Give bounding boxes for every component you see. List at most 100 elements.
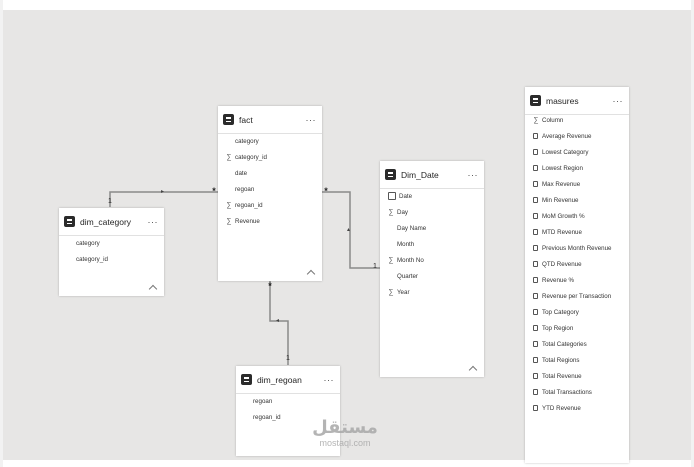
column-row[interactable]: Month	[380, 236, 484, 252]
column-label: Revenue per Transaction	[542, 292, 612, 300]
table-card-masures[interactable]: masures ··· ∑ Column Average Revenue Lowest…	[525, 87, 629, 463]
collapse-chevron-icon[interactable]	[468, 365, 478, 375]
table-header[interactable]: fact ···	[218, 106, 322, 134]
table-title: fact	[239, 114, 253, 125]
column-row[interactable]: ∑ Year	[380, 284, 484, 300]
more-options-icon[interactable]: ···	[148, 217, 159, 226]
column-row[interactable]: Revenue %	[525, 272, 629, 288]
sum-icon: ∑	[226, 217, 232, 225]
table-header[interactable]: Dim_Date ···	[380, 161, 484, 189]
column-row[interactable]: ∑ regoan_id	[218, 197, 322, 213]
column-row[interactable]: regoan	[236, 393, 340, 409]
column-list: Date ∑ Day Day Name Month ∑ Month No Quarter ∑ Ye…	[380, 188, 484, 300]
sum-icon: ∑	[533, 116, 539, 124]
table-title: dim_category	[80, 216, 132, 227]
column-row[interactable]: category_id	[59, 251, 164, 267]
column-label: Max Revenue	[542, 180, 581, 188]
column-row[interactable]: Min Revenue	[525, 192, 629, 208]
table-icon	[385, 169, 396, 180]
column-row[interactable]: ∑ Revenue	[218, 213, 322, 229]
measure-icon	[533, 181, 538, 187]
filter-direction-icon: ▸	[161, 189, 165, 195]
column-row[interactable]: ∑ Month No	[380, 252, 484, 268]
column-label: Lowest Category	[542, 148, 589, 156]
measure-icon	[533, 229, 538, 235]
measure-icon	[533, 165, 538, 171]
column-label: Top Region	[542, 324, 574, 332]
column-row[interactable]: Revenue per Transaction	[525, 288, 629, 304]
column-row[interactable]: Average Revenue	[525, 128, 629, 144]
column-row[interactable]: Total Regions	[525, 352, 629, 368]
column-label: MTD Revenue	[542, 228, 582, 236]
column-row[interactable]: category	[218, 133, 322, 149]
table-card-fact[interactable]: fact ··· category ∑ category_id date regoan ∑…	[218, 106, 322, 281]
column-row[interactable]: category	[59, 235, 164, 251]
column-label: MoM Growth %	[542, 212, 585, 220]
watermark-text: مستقل	[312, 417, 378, 438]
column-row[interactable]: Total Revenue	[525, 368, 629, 384]
table-icon	[64, 216, 75, 227]
column-row[interactable]: ∑ Column	[525, 112, 629, 128]
watermark-url: mostaql.com	[319, 438, 371, 448]
column-label: regoan_id	[235, 201, 263, 209]
column-label: Revenue %	[542, 276, 574, 284]
column-label: Top Category	[542, 308, 579, 316]
column-label: Lowest Region	[542, 164, 583, 172]
table-header[interactable]: masures ···	[525, 87, 629, 115]
measure-icon	[533, 357, 538, 363]
column-row[interactable]: Quarter	[380, 268, 484, 284]
table-header[interactable]: dim_regoan ···	[236, 366, 340, 394]
column-label: Month No	[397, 256, 424, 264]
measure-icon	[533, 245, 538, 251]
column-row[interactable]: Max Revenue	[525, 176, 629, 192]
measure-icon	[533, 293, 538, 299]
column-row[interactable]: ∑ Day	[380, 204, 484, 220]
column-row[interactable]: Previous Month Revenue	[525, 240, 629, 256]
filter-direction-icon: ◂	[276, 318, 280, 324]
column-row[interactable]: YTD Revenue	[525, 400, 629, 416]
column-row[interactable]: Top Region	[525, 320, 629, 336]
column-row[interactable]: Top Category	[525, 304, 629, 320]
measure-icon	[533, 213, 538, 219]
column-label: Total Categories	[542, 340, 587, 348]
column-label: Average Revenue	[542, 132, 592, 140]
more-options-icon[interactable]: ···	[613, 96, 624, 105]
column-row[interactable]: Total Transactions	[525, 384, 629, 400]
column-label: date	[235, 169, 248, 177]
column-label: Day	[397, 208, 409, 216]
cardinality-one-dim-category: 1	[108, 198, 112, 205]
column-row[interactable]: Day Name	[380, 220, 484, 236]
column-row[interactable]: ∑ category_id	[218, 149, 322, 165]
column-row[interactable]: MTD Revenue	[525, 224, 629, 240]
more-options-icon[interactable]: ···	[468, 170, 479, 179]
column-label: Total Regions	[542, 356, 580, 364]
collapse-chevron-icon[interactable]	[306, 269, 316, 279]
collapse-chevron-icon[interactable]	[148, 284, 158, 294]
table-icon	[241, 374, 252, 385]
column-label: category	[235, 137, 259, 145]
column-label: Day Name	[397, 224, 427, 232]
table-card-dim-category[interactable]: dim_category ··· category category_id	[59, 208, 164, 296]
column-list: category category_id	[59, 235, 164, 267]
column-row[interactable]: Total Categories	[525, 336, 629, 352]
calendar-icon	[388, 192, 396, 200]
column-row[interactable]: regoan	[218, 181, 322, 197]
column-row[interactable]: Lowest Region	[525, 160, 629, 176]
watermark-logo: مستقل mostaql.com	[300, 417, 390, 449]
table-card-dim-date[interactable]: Dim_Date ··· Date ∑ Day Day Name Month ∑ Month…	[380, 161, 484, 377]
column-row[interactable]: Date	[380, 188, 484, 204]
column-row[interactable]: Lowest Category	[525, 144, 629, 160]
more-options-icon[interactable]: ···	[306, 115, 317, 124]
column-row[interactable]: QTD Revenue	[525, 256, 629, 272]
measure-icon	[533, 373, 538, 379]
column-label: Total Transactions	[542, 388, 592, 396]
table-header[interactable]: dim_category ···	[59, 208, 164, 236]
cardinality-one-dim-regoan: 1	[286, 355, 290, 362]
relationship-line-fact-dim-date[interactable]	[322, 191, 380, 269]
more-options-icon[interactable]: ···	[324, 375, 335, 384]
model-canvas[interactable]: * 1 ▸ * 1 ▴ * 1 ◂ fact ··· category ∑ cate…	[0, 0, 694, 467]
column-label: YTD Revenue	[542, 404, 581, 412]
column-row[interactable]: date	[218, 165, 322, 181]
column-label: Year	[397, 288, 410, 296]
column-row[interactable]: MoM Growth %	[525, 208, 629, 224]
